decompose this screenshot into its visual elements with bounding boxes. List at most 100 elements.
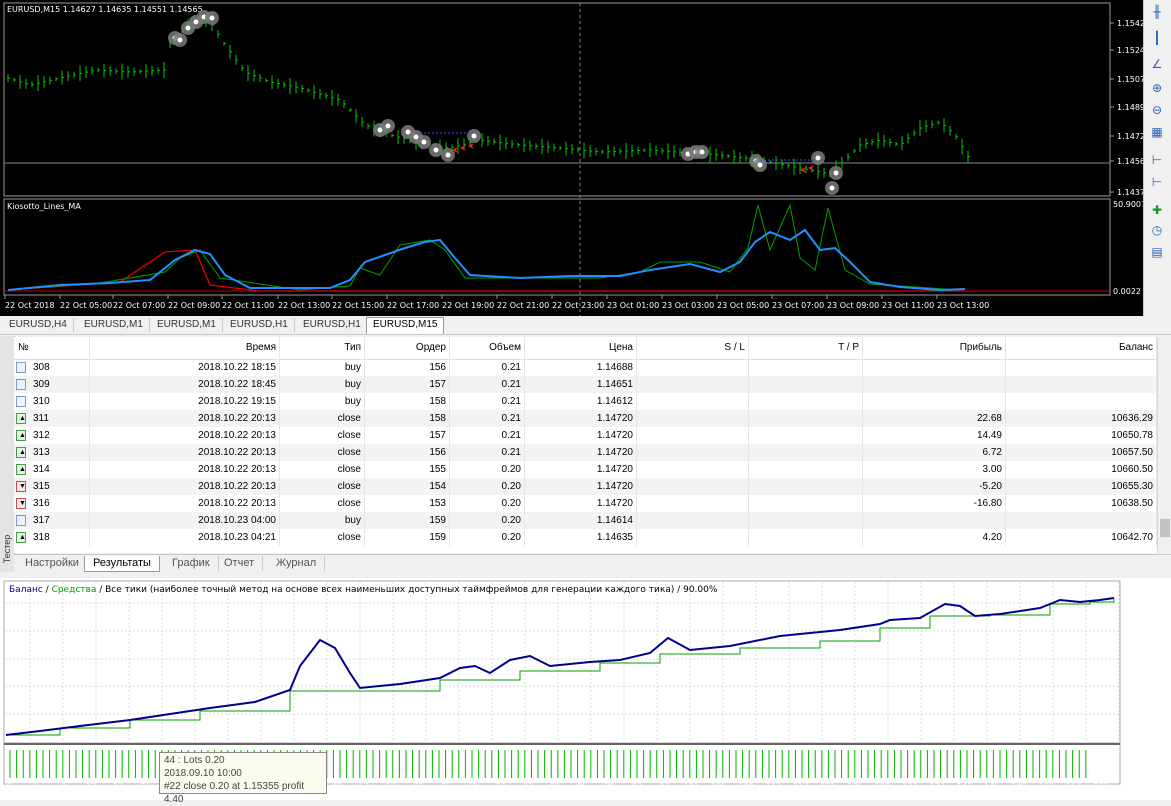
column-header[interactable]: №	[14, 337, 90, 359]
cell-price: 1.14614	[525, 512, 637, 529]
cell-order: 156	[365, 444, 450, 461]
cell-type: close	[280, 529, 365, 546]
tester-tab[interactable]: Результаты	[84, 556, 160, 572]
x-axis-label: 65	[441, 782, 451, 791]
time-label: 23 Oct 07:00	[772, 301, 824, 310]
column-header[interactable]: T / P	[749, 337, 863, 359]
cell-type: close	[280, 478, 365, 495]
x-axis-label: 137	[930, 782, 945, 791]
x-axis-label: 17	[113, 782, 123, 791]
tester-tab[interactable]: Журнал	[268, 556, 326, 571]
tester-tab[interactable]: Отчет	[216, 556, 264, 571]
cell-volume: 0.21	[450, 427, 525, 444]
table-row[interactable]: ▲ 313 2018.10.22 20:13 close 156 0.21 1.14720 6…	[14, 444, 1157, 461]
x-axis-label: 153	[1039, 782, 1054, 791]
cell-time: 2018.10.22 18:15	[90, 359, 280, 376]
tester-tab[interactable]: График	[164, 556, 219, 571]
price-label: 1.14895	[1117, 103, 1143, 112]
periods-icon[interactable]: ◷	[1149, 222, 1165, 238]
price-label: 1.15070	[1117, 75, 1143, 84]
chart-tab[interactable]: EURUSD,H4	[3, 318, 74, 332]
chart-shift-icon[interactable]: ⊢	[1149, 174, 1165, 190]
table-row[interactable]: ▲ 312 2018.10.22 20:13 close 157 0.21 1.14720 1…	[14, 427, 1157, 444]
table-row[interactable]: 310 2018.10.22 19:15 buy 158 0.21 1.14612	[14, 393, 1157, 410]
results-table[interactable]: № Время Тип Ордер Объем Цена S / LT / P Прибыль…	[14, 337, 1157, 553]
cell-price: 1.14720	[525, 410, 637, 427]
price-chart-canvas[interactable]: EURUSD,M15 1.14627 1.14635 1.14551 1.145…	[0, 0, 1143, 316]
x-axis-label: 89	[605, 782, 615, 791]
table-row[interactable]: 317 2018.10.23 04:00 buy 159 0.20 1.14614	[14, 512, 1157, 529]
cell-time: 2018.10.22 18:45	[90, 376, 280, 393]
cell-time: 2018.10.22 20:13	[90, 410, 280, 427]
column-header[interactable]: Баланс	[1006, 337, 1157, 359]
chart-tab[interactable]: EURUSD,H1	[297, 318, 368, 332]
table-row[interactable]: ▲ 311 2018.10.22 20:13 close 158 0.21 1.14720 2…	[14, 410, 1157, 427]
indicator-max-label: 50.9007	[1113, 200, 1143, 209]
column-header[interactable]: Ордер	[365, 337, 450, 359]
legend-separator: /	[43, 585, 52, 595]
cell-time: 2018.10.22 20:13	[90, 427, 280, 444]
candlestick-icon[interactable]: ┃	[1149, 30, 1165, 46]
profit-icon: ▲	[16, 430, 26, 441]
cell-sl	[637, 410, 749, 427]
tester-tab[interactable]: Настройки	[17, 556, 88, 571]
price-chart[interactable]: EURUSD,M15 1.14627 1.14635 1.14551 1.145…	[0, 0, 1143, 316]
cell-num: ▼ 316	[14, 495, 90, 512]
table-row[interactable]: ▲ 318 2018.10.23 04:21 close 159 0.20 1.14635 4…	[14, 529, 1157, 546]
column-header[interactable]: Время	[90, 337, 280, 359]
chart-tab[interactable]: EURUSD,H1	[224, 318, 295, 332]
chart-title: EURUSD,M15 1.14627 1.14635 1.14551 1.145…	[7, 5, 203, 14]
cell-time: 2018.10.22 20:13	[90, 495, 280, 512]
x-axis-label: 125	[848, 782, 863, 791]
cell-price: 1.14720	[525, 495, 637, 512]
indicators-icon[interactable]: ✚	[1149, 202, 1165, 218]
column-header[interactable]: Цена	[525, 337, 637, 359]
zoom-out-icon[interactable]: ⊖	[1149, 102, 1165, 118]
cell-volume: 0.20	[450, 461, 525, 478]
table-row[interactable]: 309 2018.10.22 18:45 buy 157 0.21 1.14651	[14, 376, 1157, 393]
column-header[interactable]: Тип	[280, 337, 365, 359]
time-label: 22 Oct 11:00	[222, 301, 274, 310]
templates-icon[interactable]: ▤	[1149, 244, 1165, 260]
time-label: 22 Oct 2018	[5, 301, 54, 310]
table-row[interactable]: ▲ 314 2018.10.22 20:13 close 155 0.20 1.14720 3…	[14, 461, 1157, 478]
cell-tp	[749, 529, 863, 546]
line-chart-icon[interactable]: ∠	[1149, 56, 1165, 72]
bar-chart-icon[interactable]: ╫	[1149, 4, 1165, 20]
column-header[interactable]: Объем	[450, 337, 525, 359]
time-label: 23 Oct 13:00	[937, 301, 989, 310]
table-row[interactable]: 308 2018.10.22 18:15 buy 156 0.21 1.14688	[14, 359, 1157, 376]
trade-marker-dot	[445, 152, 451, 158]
scrollbar-thumb[interactable]	[1160, 519, 1170, 537]
table-scrollbar[interactable]	[1157, 337, 1171, 553]
trade-marker-dot	[405, 129, 411, 135]
row-number: 317	[33, 515, 50, 526]
cell-price: 1.14688	[525, 359, 637, 376]
row-number: 312	[33, 430, 50, 441]
cell-balance	[1006, 393, 1157, 410]
column-header[interactable]: S / L	[637, 337, 749, 359]
chart-tab[interactable]: EURUSD,M1	[78, 318, 150, 332]
x-axis-label: 73	[495, 782, 505, 791]
table-row[interactable]: ▼ 316 2018.10.22 20:13 close 153 0.20 1.14720 -…	[14, 495, 1157, 512]
cell-tp	[749, 478, 863, 495]
loss-icon: ▼	[16, 498, 26, 509]
auto-scroll-icon[interactable]: ⊢	[1149, 152, 1165, 168]
cell-profit	[863, 393, 1006, 410]
trade-marker-dot	[193, 19, 199, 25]
cell-profit: 6.72	[863, 444, 1006, 461]
time-label: 23 Oct 01:00	[607, 301, 659, 310]
row-number: 309	[33, 379, 50, 390]
tile-windows-icon[interactable]: ▦	[1149, 124, 1165, 140]
column-header[interactable]: Прибыль	[863, 337, 1006, 359]
chart-tab[interactable]: EURUSD,M15	[366, 317, 445, 334]
chart-tab[interactable]: EURUSD,M1	[151, 318, 223, 332]
x-axis-label: 109	[738, 782, 753, 791]
trade-marker-dot	[177, 37, 183, 43]
cell-price: 1.14720	[525, 427, 637, 444]
table-row[interactable]: ▼ 315 2018.10.22 20:13 close 154 0.20 1.14720 -…	[14, 478, 1157, 495]
cell-type: buy	[280, 512, 365, 529]
zoom-in-icon[interactable]: ⊕	[1149, 80, 1165, 96]
cell-order: 153	[365, 495, 450, 512]
trade-marker-dot	[433, 147, 439, 153]
